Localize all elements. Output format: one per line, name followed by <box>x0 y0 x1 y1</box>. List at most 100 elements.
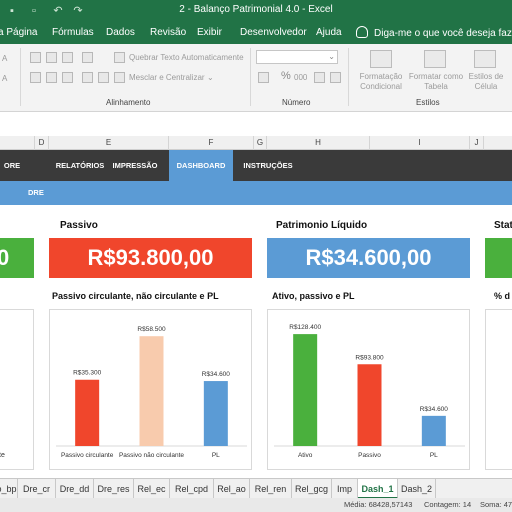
sheet-tab-o-bp[interactable]: o_bp <box>0 479 18 499</box>
sheet-tab-rel-gcg[interactable]: Rel_gcg <box>292 479 332 499</box>
format-table-icon[interactable] <box>424 50 446 68</box>
chevron-down-icon[interactable]: ⌄ <box>207 73 214 82</box>
tell-me-text: Diga-me o que você deseja fazer <box>374 28 512 39</box>
tab-review[interactable]: Revisão <box>150 27 186 38</box>
format-table-button[interactable]: Formatar como Tabela <box>408 72 464 92</box>
conditional-format-button[interactable]: Formatação Condicional <box>354 72 408 92</box>
chart-bar <box>357 364 382 446</box>
conditional-format-line2: Condicional <box>360 82 402 91</box>
chart-panel-percent[interactable] <box>485 309 512 470</box>
wrap-text-icon[interactable] <box>114 52 125 63</box>
chart-left-partial-label: te <box>0 452 5 459</box>
column-headers: D E F G H I J <box>0 136 512 150</box>
tab-developer[interactable]: Desenvolvedor <box>240 27 307 38</box>
column-header-prev[interactable] <box>0 136 35 150</box>
decrease-indent-icon[interactable] <box>82 72 93 83</box>
decrease-decimal-icon[interactable] <box>330 72 341 83</box>
kpi-value-ativo: 0 <box>0 245 10 270</box>
format-table-line1: Formatar como <box>408 72 464 81</box>
status-average: Média: 68428,57143 <box>344 500 413 509</box>
sheet-tab-dash-2[interactable]: Dash_2 <box>398 479 436 499</box>
align-middle-icon[interactable] <box>46 52 57 63</box>
sheet-tab-dre-res[interactable]: Dre_res <box>94 479 134 499</box>
tell-me-search[interactable]: Diga-me o que você deseja fazer <box>356 26 512 39</box>
nav-item-impressao[interactable]: IMPRESSÃO <box>102 150 168 181</box>
sheet-tab-rel-cpd[interactable]: Rel_cpd <box>170 479 214 499</box>
chart-category-label: PL <box>430 452 438 459</box>
wrap-text-button[interactable]: Quebrar Texto Automaticamente <box>129 53 244 62</box>
sheet-tab-dre-dd[interactable]: Dre_dd <box>56 479 94 499</box>
increase-indent-icon[interactable] <box>98 72 109 83</box>
chart-category-label: Passivo <box>358 452 381 459</box>
window-title: 2 - Balanço Patrimonial 4.0 - Excel <box>179 4 333 15</box>
sheet-tab-rel-ren[interactable]: Rel_ren <box>250 479 292 499</box>
font-size-up-icon[interactable]: A <box>2 54 7 63</box>
chart-title-passivo: Passivo circulante, não circulante e PL <box>52 291 219 301</box>
separator <box>348 48 349 106</box>
currency-format-icon[interactable] <box>258 72 269 83</box>
kpi-title-passivo: Passivo <box>60 220 98 231</box>
kpi-box-status <box>485 238 512 278</box>
column-header-f[interactable]: F <box>169 136 254 150</box>
increase-decimal-icon[interactable] <box>314 72 325 83</box>
merge-center-button[interactable]: Mesclar e Centralizar <box>129 73 205 82</box>
status-sum: Soma: 479000 <box>480 500 512 509</box>
chart-panel-ativo[interactable]: R$128.400 Ativo R$93.800 Passivo R$34.600 PL <box>267 309 470 470</box>
number-format-dropdown[interactable]: ⌄ <box>256 50 338 64</box>
chart-panel-left[interactable]: te <box>0 309 34 470</box>
sheet-tab-rel-ao[interactable]: Rel_ao <box>214 479 250 499</box>
align-center-icon[interactable] <box>46 72 57 83</box>
sheet-tab-dre-cr[interactable]: Dre_cr <box>18 479 56 499</box>
column-header-h[interactable]: H <box>267 136 370 150</box>
chart-category-label: Ativo <box>298 452 313 459</box>
thousands-separator-button[interactable]: 000 <box>294 73 307 82</box>
align-right-icon[interactable] <box>62 72 73 83</box>
kpi-title-pl: Patrimonio Líquido <box>276 220 368 231</box>
sheet-tab-rel-ec[interactable]: Rel_ec <box>134 479 170 499</box>
title-bar: ▪ ▫ ↶ ↷ 2 - Balanço Patrimonial 4.0 - Ex… <box>0 0 512 22</box>
chart-title-ativo: Ativo, passivo e PL <box>272 291 355 301</box>
chart-ativo: R$128.400 Ativo R$93.800 Passivo R$34.600 PL <box>274 324 465 459</box>
column-header-g[interactable]: G <box>254 136 267 150</box>
align-left-icon[interactable] <box>30 72 41 83</box>
tab-data[interactable]: Dados <box>106 27 135 38</box>
column-header-j[interactable]: J <box>470 136 484 150</box>
column-header-e[interactable]: E <box>49 136 169 150</box>
chevron-down-icon: ⌄ <box>328 52 335 61</box>
conditional-format-line1: Formatação <box>359 72 403 81</box>
percent-button[interactable]: % <box>281 70 291 82</box>
status-count: Contagem: 14 <box>424 500 472 509</box>
tab-formulas[interactable]: Fórmulas <box>52 27 94 38</box>
merge-center-icon[interactable] <box>114 72 125 83</box>
sheet-tab-imp[interactable]: Imp <box>332 479 358 499</box>
column-header-next[interactable] <box>484 136 512 150</box>
orientation-icon[interactable] <box>82 52 93 63</box>
nav-item-prev[interactable]: ORE <box>0 150 24 181</box>
cell-styles-icon[interactable] <box>474 50 496 68</box>
tab-view[interactable]: Exibir <box>197 27 222 38</box>
chart-data-label: R$93.800 <box>355 354 384 361</box>
cell-styles-button[interactable]: Estilos de Célula <box>464 72 508 92</box>
subnav-dre[interactable]: DRE <box>28 188 44 197</box>
conditional-format-icon[interactable] <box>370 50 392 68</box>
kpi-box-passivo: R$93.800,00 <box>49 238 252 278</box>
tab-help[interactable]: Ajuda <box>316 27 342 38</box>
kpi-value-passivo: R$93.800,00 <box>87 245 214 270</box>
chart-panel-passivo[interactable]: R$35.300 Passivo circulante R$58.500 Passiv… <box>49 309 252 470</box>
nav-item-dashboard[interactable]: DASHBOARD <box>169 150 233 181</box>
kpi-box-pl: R$34.600,00 <box>267 238 470 278</box>
tab-page-layout[interactable]: a Página <box>0 27 37 38</box>
number-group-label: Número <box>282 98 311 107</box>
chart-bar <box>139 336 164 446</box>
column-header-i[interactable]: I <box>370 136 470 150</box>
cell-styles-line2: Célula <box>474 82 498 91</box>
align-top-icon[interactable] <box>30 52 41 63</box>
chart-category-label: Passivo não circulante <box>119 452 184 459</box>
nav-item-instrucoes[interactable]: INSTRUÇÕES <box>236 150 300 181</box>
sheet-tab-dash-1[interactable]: Dash_1 <box>358 479 398 499</box>
align-bottom-icon[interactable] <box>62 52 73 63</box>
font-color-icon[interactable]: A <box>2 74 7 83</box>
column-header-d[interactable]: D <box>35 136 49 150</box>
separator <box>20 48 21 106</box>
ribbon-body: A A Quebrar Texto Automaticamente Mescla… <box>0 44 512 112</box>
